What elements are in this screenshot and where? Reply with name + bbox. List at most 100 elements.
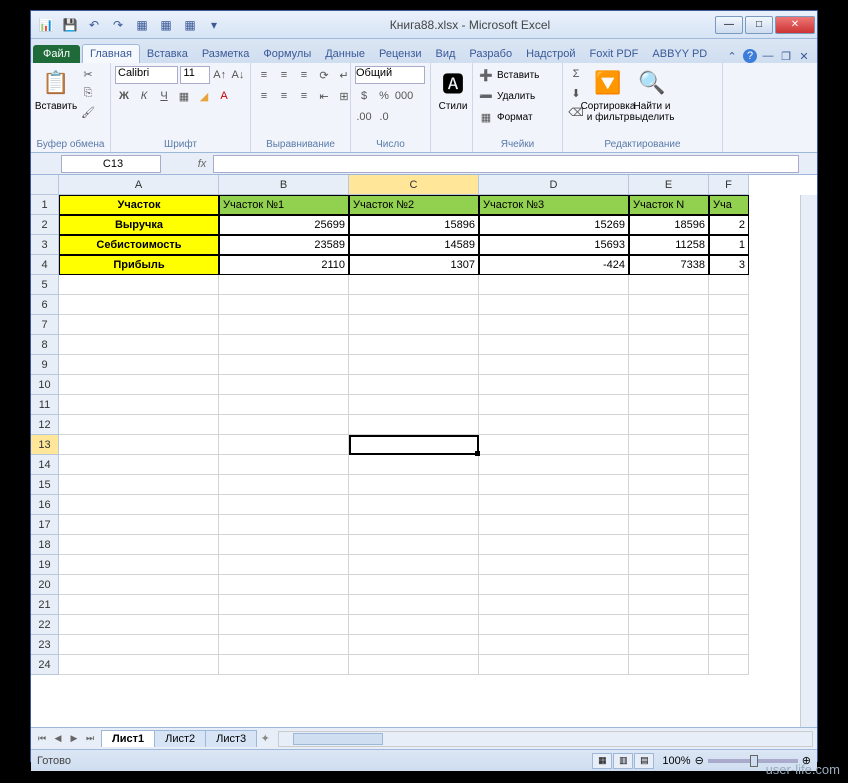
cell-A15[interactable] — [59, 475, 219, 495]
horizontal-scrollbar[interactable] — [278, 731, 813, 747]
sheet-nav-first-icon[interactable]: ⏮ — [35, 733, 49, 744]
decrease-decimal-icon[interactable]: .0 — [375, 108, 393, 126]
tab-view[interactable]: Вид — [429, 45, 463, 63]
cell-D11[interactable] — [479, 395, 629, 415]
row-header-2[interactable]: 2 — [31, 215, 59, 235]
comma-icon[interactable]: 000 — [395, 87, 413, 105]
cell-B5[interactable] — [219, 275, 349, 295]
format-cells-label[interactable]: Формат — [497, 112, 533, 123]
cell-B21[interactable] — [219, 595, 349, 615]
cell-B18[interactable] — [219, 535, 349, 555]
spreadsheet-grid[interactable]: ABCDEF 123456789101112131415161718192021… — [31, 175, 817, 727]
select-all-corner[interactable] — [31, 175, 59, 195]
cell-D19[interactable] — [479, 555, 629, 575]
cell-D16[interactable] — [479, 495, 629, 515]
cell-E21[interactable] — [629, 595, 709, 615]
cell-C2[interactable]: 15896 — [349, 215, 479, 235]
cell-F14[interactable] — [709, 455, 749, 475]
cell-A16[interactable] — [59, 495, 219, 515]
vertical-scrollbar[interactable] — [800, 195, 817, 727]
view-normal-icon[interactable]: ▦ — [592, 753, 612, 769]
tab-home[interactable]: Главная — [82, 44, 140, 63]
cell-F13[interactable] — [709, 435, 749, 455]
cell-E12[interactable] — [629, 415, 709, 435]
row-header-20[interactable]: 20 — [31, 575, 59, 595]
fill-icon[interactable]: ⬇ — [567, 84, 585, 102]
cell-D22[interactable] — [479, 615, 629, 635]
sheet-nav-prev-icon[interactable]: ◀ — [51, 733, 65, 744]
increase-font-icon[interactable]: A↑ — [212, 66, 228, 84]
cell-E14[interactable] — [629, 455, 709, 475]
cell-C17[interactable] — [349, 515, 479, 535]
cell-E16[interactable] — [629, 495, 709, 515]
cell-C1[interactable]: Участок №2 — [349, 195, 479, 215]
cell-B22[interactable] — [219, 615, 349, 635]
cell-B8[interactable] — [219, 335, 349, 355]
cell-A23[interactable] — [59, 635, 219, 655]
cell-B9[interactable] — [219, 355, 349, 375]
cell-B12[interactable] — [219, 415, 349, 435]
cell-E7[interactable] — [629, 315, 709, 335]
cell-B6[interactable] — [219, 295, 349, 315]
column-header-e[interactable]: E — [629, 175, 709, 195]
cell-F5[interactable] — [709, 275, 749, 295]
cell-C7[interactable] — [349, 315, 479, 335]
row-header-23[interactable]: 23 — [31, 635, 59, 655]
cell-F6[interactable] — [709, 295, 749, 315]
cell-B20[interactable] — [219, 575, 349, 595]
row-header-9[interactable]: 9 — [31, 355, 59, 375]
cell-A18[interactable] — [59, 535, 219, 555]
cell-B10[interactable] — [219, 375, 349, 395]
find-select-button[interactable]: 🔍 Найти и выделить — [631, 65, 673, 125]
cell-B3[interactable]: 23589 — [219, 235, 349, 255]
copy-icon[interactable]: ⎘ — [79, 84, 97, 102]
align-top-icon[interactable]: ≡ — [255, 66, 273, 84]
increase-decimal-icon[interactable]: .00 — [355, 108, 373, 126]
cell-F11[interactable] — [709, 395, 749, 415]
column-header-d[interactable]: D — [479, 175, 629, 195]
cell-E23[interactable] — [629, 635, 709, 655]
cell-A2[interactable]: Выручка — [59, 215, 219, 235]
tab-file[interactable]: Файл — [33, 45, 80, 63]
cell-B13[interactable] — [219, 435, 349, 455]
cell-D12[interactable] — [479, 415, 629, 435]
cell-C19[interactable] — [349, 555, 479, 575]
cell-C24[interactable] — [349, 655, 479, 675]
align-middle-icon[interactable]: ≡ — [275, 66, 293, 84]
cell-F12[interactable] — [709, 415, 749, 435]
cell-E20[interactable] — [629, 575, 709, 595]
cell-C4[interactable]: 1307 — [349, 255, 479, 275]
cell-B14[interactable] — [219, 455, 349, 475]
cell-B19[interactable] — [219, 555, 349, 575]
cell-D4[interactable]: -424 — [479, 255, 629, 275]
cell-C13[interactable] — [349, 435, 479, 455]
cell-F2[interactable]: 2 — [709, 215, 749, 235]
column-header-c[interactable]: C — [349, 175, 479, 195]
cell-D3[interactable]: 15693 — [479, 235, 629, 255]
cell-D9[interactable] — [479, 355, 629, 375]
cell-A8[interactable] — [59, 335, 219, 355]
tab-developer[interactable]: Разрабо — [462, 45, 519, 63]
workbook-restore-icon[interactable]: ❐ — [779, 49, 793, 63]
cell-C21[interactable] — [349, 595, 479, 615]
cell-E9[interactable] — [629, 355, 709, 375]
cells-area[interactable]: УчастокУчасток №1Участок №2Участок №3Уча… — [59, 195, 749, 675]
cell-B11[interactable] — [219, 395, 349, 415]
format-cells-icon[interactable]: ▦ — [477, 108, 495, 126]
cell-F10[interactable] — [709, 375, 749, 395]
decrease-font-icon[interactable]: A↓ — [230, 66, 246, 84]
row-header-22[interactable]: 22 — [31, 615, 59, 635]
cell-A17[interactable] — [59, 515, 219, 535]
font-name-select[interactable]: Calibri — [115, 66, 178, 84]
cell-A7[interactable] — [59, 315, 219, 335]
cell-C23[interactable] — [349, 635, 479, 655]
cell-C10[interactable] — [349, 375, 479, 395]
cell-A1[interactable]: Участок — [59, 195, 219, 215]
cell-A14[interactable] — [59, 455, 219, 475]
delete-cells-icon[interactable]: ➖ — [477, 87, 495, 105]
cell-F1[interactable]: Уча — [709, 195, 749, 215]
tab-review[interactable]: Рецензи — [372, 45, 429, 63]
cell-D15[interactable] — [479, 475, 629, 495]
cell-E10[interactable] — [629, 375, 709, 395]
cell-F22[interactable] — [709, 615, 749, 635]
